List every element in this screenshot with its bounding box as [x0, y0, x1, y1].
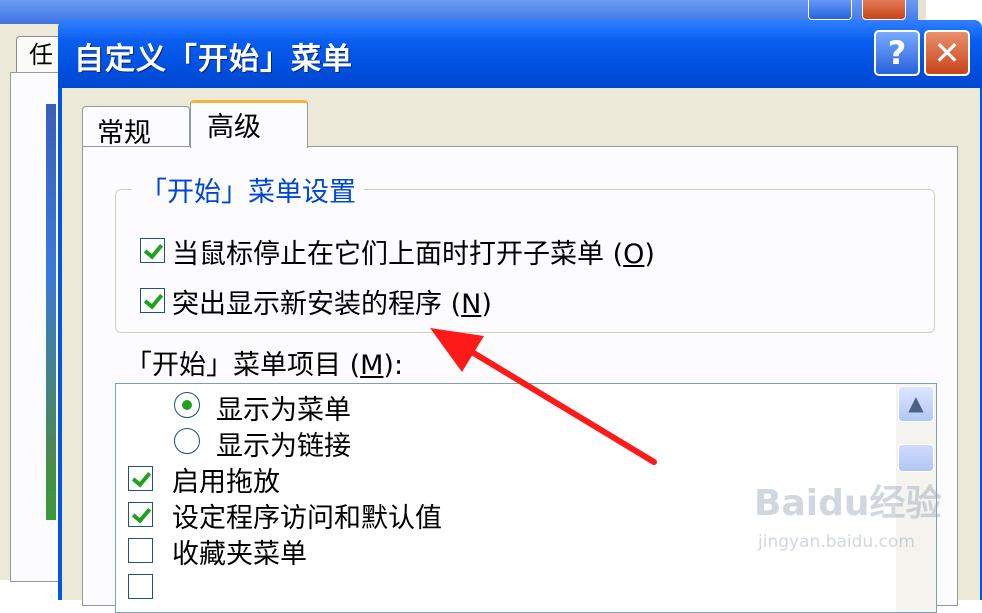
watermark-logo: Baidu经验 — [754, 483, 942, 524]
watermark-url: jingyan.baidu.com — [758, 532, 915, 552]
baidu-watermark: Baidu经验 jingyan.baidu.com — [754, 474, 964, 564]
tab-advanced[interactable]: 高级 — [190, 100, 308, 148]
